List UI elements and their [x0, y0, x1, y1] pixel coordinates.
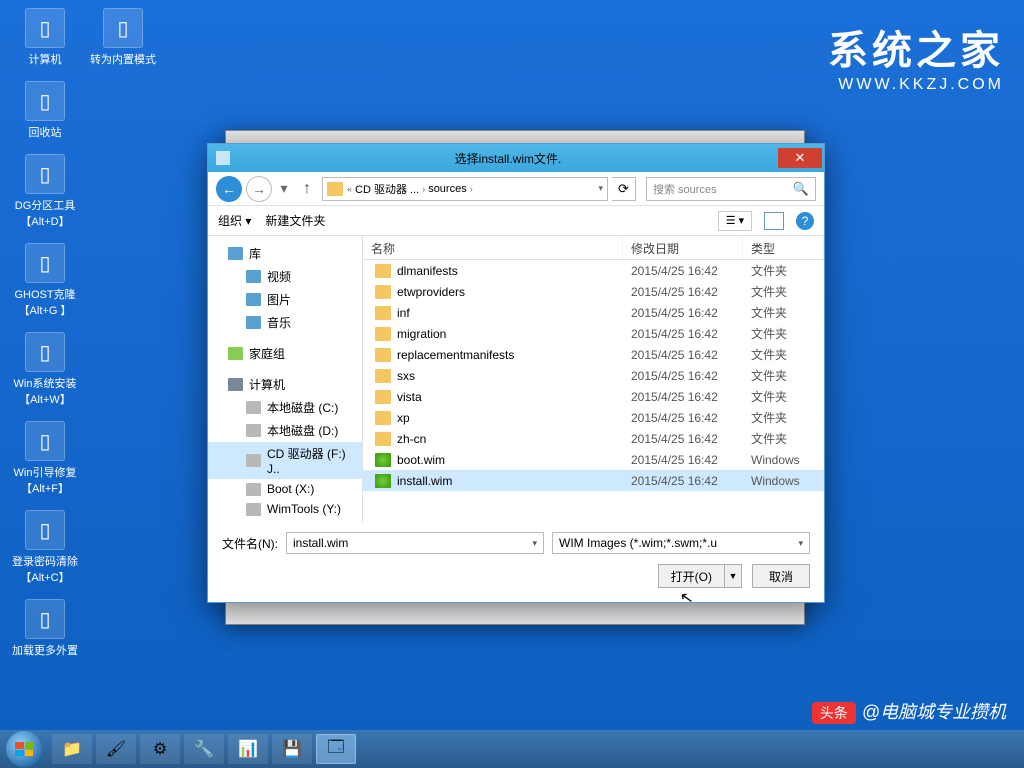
sidebar-drive[interactable]: 本地磁盘 (C:) [208, 396, 362, 419]
sidebar-drive[interactable]: CD 驱动器 (F:) J.. [208, 442, 362, 479]
file-list[interactable]: dlmanifests2015/4/25 16:42文件夹etwprovider… [363, 260, 824, 522]
col-type[interactable]: 类型 [743, 236, 824, 259]
search-input[interactable]: 搜索 sources 🔍 [646, 177, 816, 201]
desktop-icon[interactable]: ▯转为内置模式 [88, 8, 158, 67]
file-row[interactable]: zh-cn2015/4/25 16:42文件夹 [363, 428, 824, 449]
folder-icon [327, 182, 343, 196]
help-button[interactable]: ? [796, 212, 814, 230]
sidebar-lib-item[interactable]: 音乐 [208, 311, 362, 334]
taskbar-app-2[interactable]: 🖌 [96, 734, 136, 764]
file-row[interactable]: install.wim2015/4/25 16:42Windows [363, 470, 824, 491]
filename-label: 文件名(N): [222, 535, 278, 552]
view-mode-button[interactable]: ☰ ▾ [718, 211, 752, 231]
desktop-icon[interactable]: ▯Win系统安装 【Alt+W】 [10, 332, 80, 407]
taskbar-app-5[interactable]: 📊 [228, 734, 268, 764]
taskbar-app-6[interactable]: 💾 [272, 734, 312, 764]
breadcrumb-seg2[interactable]: sources [425, 183, 470, 195]
file-open-dialog: 选择install.wim文件. ✕ ← → ▾ ↑ « CD 驱动器 ... … [207, 143, 825, 603]
sidebar-lib-item[interactable]: 图片 [208, 288, 362, 311]
toolbar: 组织 ▾ 新建文件夹 ☰ ▾ ? [208, 206, 824, 236]
folder-icon [375, 264, 391, 278]
forward-button[interactable]: → [246, 176, 272, 202]
sidebar-lib-item[interactable]: 视频 [208, 265, 362, 288]
desktop-icon[interactable]: ▯回收站 [10, 81, 80, 140]
desktop-icon[interactable]: ▯登录密码清除 【Alt+C】 [10, 510, 80, 585]
sidebar-drive[interactable]: Boot (X:) [208, 479, 362, 499]
address-bar[interactable]: « CD 驱动器 ... › sources › ▾ [322, 177, 608, 201]
file-row[interactable]: sxs2015/4/25 16:42文件夹 [363, 365, 824, 386]
filename-row: 文件名(N): install.wim▾ WIM Images (*.wim;*… [208, 522, 824, 564]
dialog-icon [216, 151, 230, 165]
preview-pane-button[interactable] [764, 212, 784, 230]
filename-input[interactable]: install.wim▾ [286, 532, 544, 554]
breadcrumb-seg1[interactable]: CD 驱动器 ... [352, 181, 422, 197]
sidebar-drive[interactable]: 本地磁盘 (D:) [208, 419, 362, 442]
refresh-button[interactable]: ⟳ [612, 177, 636, 201]
sidebar-drive[interactable]: WimTools (Y:) [208, 499, 362, 519]
folder-icon [375, 285, 391, 299]
file-row[interactable]: boot.wim2015/4/25 16:42Windows [363, 449, 824, 470]
back-button[interactable]: ← [216, 176, 242, 202]
file-row[interactable]: etwproviders2015/4/25 16:42文件夹 [363, 281, 824, 302]
sidebar: 库 视频图片音乐 家庭组 计算机 本地磁盘 (C:)本地磁盘 (D:)CD 驱动… [208, 236, 363, 522]
titlebar[interactable]: 选择install.wim文件. ✕ [208, 144, 824, 172]
file-row[interactable]: xp2015/4/25 16:42文件夹 [363, 407, 824, 428]
new-folder-button[interactable]: 新建文件夹 [265, 212, 325, 229]
taskbar-app-1[interactable]: 📁 [52, 734, 92, 764]
desktop-icon[interactable]: ▯GHOST克隆 【Alt+G 】 [10, 243, 80, 318]
folder-icon [375, 411, 391, 425]
close-button[interactable]: ✕ [778, 148, 822, 168]
folder-icon [375, 390, 391, 404]
taskbar-app-4[interactable]: 🔧 [184, 734, 224, 764]
filter-select[interactable]: WIM Images (*.wim;*.swm;*.u▾ [552, 532, 810, 554]
taskbar-active-window[interactable]: 🗔 [316, 734, 356, 764]
desktop-icon[interactable]: ▯DG分区工具 【Alt+D】 [10, 154, 80, 229]
open-button[interactable]: 打开(O)▼ [658, 564, 742, 588]
desktop-icon[interactable]: ▯加载更多外置 [10, 599, 80, 658]
watermark: 系统之家 WWW.KKZJ.COM [828, 18, 1004, 94]
col-name[interactable]: 名称 [363, 236, 623, 259]
wim-icon [375, 474, 391, 488]
watermark-url: WWW.KKZJ.COM [828, 76, 1004, 94]
cancel-button[interactable]: 取消 [752, 564, 810, 588]
folder-icon [375, 432, 391, 446]
file-row[interactable]: inf2015/4/25 16:42文件夹 [363, 302, 824, 323]
file-row[interactable]: vista2015/4/25 16:42文件夹 [363, 386, 824, 407]
open-dropdown[interactable]: ▼ [725, 571, 741, 581]
desktop-icon[interactable]: ▯计算机 [10, 8, 80, 67]
file-row[interactable]: dlmanifests2015/4/25 16:42文件夹 [363, 260, 824, 281]
dialog-title: 选择install.wim文件. [238, 150, 778, 167]
nav-row: ← → ▾ ↑ « CD 驱动器 ... › sources › ▾ ⟳ 搜索 … [208, 172, 824, 206]
desktop-icon[interactable]: ▯Win引导修复 【Alt+F】 [10, 421, 80, 496]
toutiao-watermark: 头条@电脑城专业攒机 [812, 698, 1006, 724]
folder-icon [375, 369, 391, 383]
watermark-brand: 系统之家 [828, 18, 1004, 76]
start-button[interactable] [6, 731, 42, 767]
file-row[interactable]: migration2015/4/25 16:42文件夹 [363, 323, 824, 344]
sidebar-libraries[interactable]: 库 [208, 242, 362, 265]
search-icon: 🔍 [793, 181, 809, 197]
organize-menu[interactable]: 组织 ▾ [218, 212, 251, 229]
folder-icon [375, 348, 391, 362]
history-dropdown[interactable]: ▾ [276, 176, 292, 202]
file-list-area: 名称 修改日期 类型 dlmanifests2015/4/25 16:42文件夹… [363, 236, 824, 522]
search-placeholder: 搜索 sources [653, 181, 717, 197]
sidebar-computer[interactable]: 计算机 [208, 373, 362, 396]
folder-icon [375, 306, 391, 320]
taskbar[interactable]: 📁 🖌 ⚙ 🔧 📊 💾 🗔 [0, 730, 1024, 768]
sidebar-homegroup[interactable]: 家庭组 [208, 342, 362, 365]
file-row[interactable]: replacementmanifests2015/4/25 16:42文件夹 [363, 344, 824, 365]
col-date[interactable]: 修改日期 [623, 236, 743, 259]
taskbar-app-3[interactable]: ⚙ [140, 734, 180, 764]
wim-icon [375, 453, 391, 467]
up-button[interactable]: ↑ [296, 178, 318, 200]
folder-icon [375, 327, 391, 341]
column-headers[interactable]: 名称 修改日期 类型 [363, 236, 824, 260]
